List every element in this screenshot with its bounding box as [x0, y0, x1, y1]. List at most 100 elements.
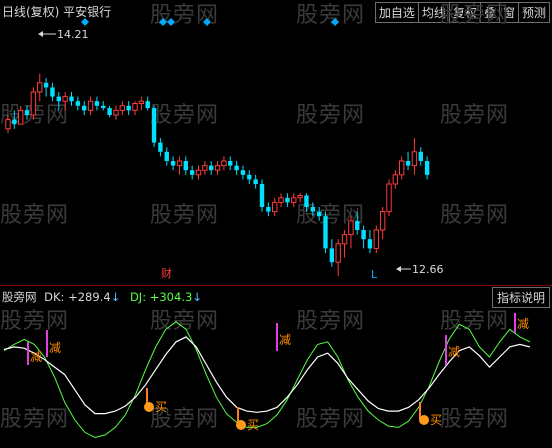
- low-marker: L: [371, 268, 378, 281]
- price-chart[interactable]: 股旁网 股旁网 股旁网 股旁网 股旁网 股旁网 股旁网 股旁网 股旁网 股旁网 …: [0, 0, 552, 285]
- candle: [101, 105, 106, 109]
- candle: [94, 101, 100, 106]
- sell-signal-label: 减: [279, 333, 291, 347]
- candle: [119, 105, 125, 111]
- candle: [69, 96, 74, 102]
- candle: [189, 170, 195, 175]
- candle: [329, 248, 335, 263]
- candle: [272, 201, 278, 213]
- candle: [291, 197, 297, 203]
- candle: [158, 142, 163, 152]
- sell-signal-label: 减: [517, 317, 529, 331]
- candle: [234, 165, 239, 171]
- candle: [145, 101, 150, 109]
- candle: [209, 165, 214, 171]
- candle: [228, 161, 233, 166]
- candle: [82, 105, 87, 111]
- high-annotation: 14.21: [38, 28, 89, 41]
- candle: [253, 179, 258, 184]
- candle: [37, 82, 43, 93]
- watermark: 股旁网: [440, 3, 509, 28]
- watermark: 股旁网: [296, 309, 365, 334]
- candle: [43, 82, 49, 88]
- candle: [418, 151, 423, 161]
- candle: [323, 216, 328, 249]
- watermark: 股旁网: [296, 103, 365, 128]
- candle: [126, 105, 131, 111]
- candle: [221, 160, 227, 167]
- candle: [5, 119, 11, 130]
- candle: [151, 108, 157, 143]
- candle: [266, 207, 271, 212]
- low-annotation: 12.66: [396, 263, 444, 276]
- candle: [132, 103, 138, 111]
- sell-signal-label: 减: [30, 350, 42, 364]
- watermark: 股旁网: [150, 103, 219, 128]
- candle: [195, 169, 202, 176]
- candle: [56, 96, 61, 102]
- candle: [386, 183, 392, 213]
- watermark: 股旁网: [440, 407, 509, 432]
- dj-arrow-icon: ↓: [192, 290, 202, 304]
- buy-dot-icon: [144, 402, 154, 412]
- buy-dot-icon: [236, 420, 246, 430]
- buy-signal-label: 买: [155, 400, 167, 414]
- dk-value: +289.4: [68, 290, 111, 304]
- candle: [176, 160, 183, 167]
- arrow-left-icon: [396, 266, 401, 272]
- candle: [62, 96, 68, 102]
- indicator-chart[interactable]: 股旁网 股旁网 股旁网 股旁网 股旁网 股旁网 股旁网 股旁网 减 减 减 减 …: [0, 305, 552, 448]
- candle: [424, 161, 430, 175]
- candle: [18, 109, 24, 125]
- dj-value: +304.3: [149, 290, 193, 304]
- candle: [164, 151, 169, 161]
- watermark: 股旁网: [440, 103, 509, 128]
- dk-arrow-icon: ↓: [110, 290, 121, 304]
- candle: [183, 161, 188, 171]
- candle: [411, 151, 418, 167]
- candle: [316, 211, 322, 217]
- event-diamond-icon[interactable]: [81, 18, 89, 26]
- candle: [12, 119, 17, 125]
- indicator-name: 股旁网: [2, 290, 37, 304]
- watermark: 股旁网: [0, 309, 69, 334]
- candle: [392, 174, 399, 185]
- candle: [50, 87, 55, 97]
- buy-signal-label: 买: [247, 418, 259, 432]
- buy-signal-label: 买: [430, 413, 442, 427]
- watermark: 股旁网: [0, 203, 69, 228]
- candle: [170, 161, 176, 166]
- candle: [259, 184, 265, 207]
- low-price-label: 12.66: [412, 263, 444, 276]
- candle: [405, 161, 411, 166]
- candle: [379, 211, 386, 231]
- candle: [278, 197, 284, 203]
- sell-signal-label: 减: [448, 345, 460, 359]
- candle: [75, 101, 81, 106]
- candle: [310, 207, 315, 212]
- candle: [367, 239, 373, 249]
- sell-signal-label: 减: [49, 341, 61, 355]
- watermark: 股旁网: [150, 203, 219, 228]
- candle: [30, 91, 37, 116]
- candle: [247, 174, 252, 180]
- candle: [113, 109, 119, 116]
- watermark: 股旁网: [296, 3, 365, 28]
- finance-event-marker[interactable]: 财: [161, 266, 172, 280]
- candle: [285, 197, 290, 203]
- candle: [335, 243, 341, 263]
- dk-label: DK:: [44, 290, 65, 304]
- watermark: 股旁网: [150, 309, 219, 334]
- candle: [341, 234, 348, 245]
- candle: [399, 160, 405, 176]
- candle: [373, 229, 380, 249]
- high-price-label: 14.21: [57, 28, 89, 41]
- candle: [361, 230, 366, 240]
- candle: [297, 195, 303, 199]
- watermark: 股旁网: [0, 407, 69, 432]
- candle: [240, 170, 246, 175]
- buy-dot-icon: [419, 415, 429, 425]
- candle: [87, 100, 94, 111]
- dj-label: DJ:: [129, 290, 147, 304]
- candle: [214, 165, 221, 171]
